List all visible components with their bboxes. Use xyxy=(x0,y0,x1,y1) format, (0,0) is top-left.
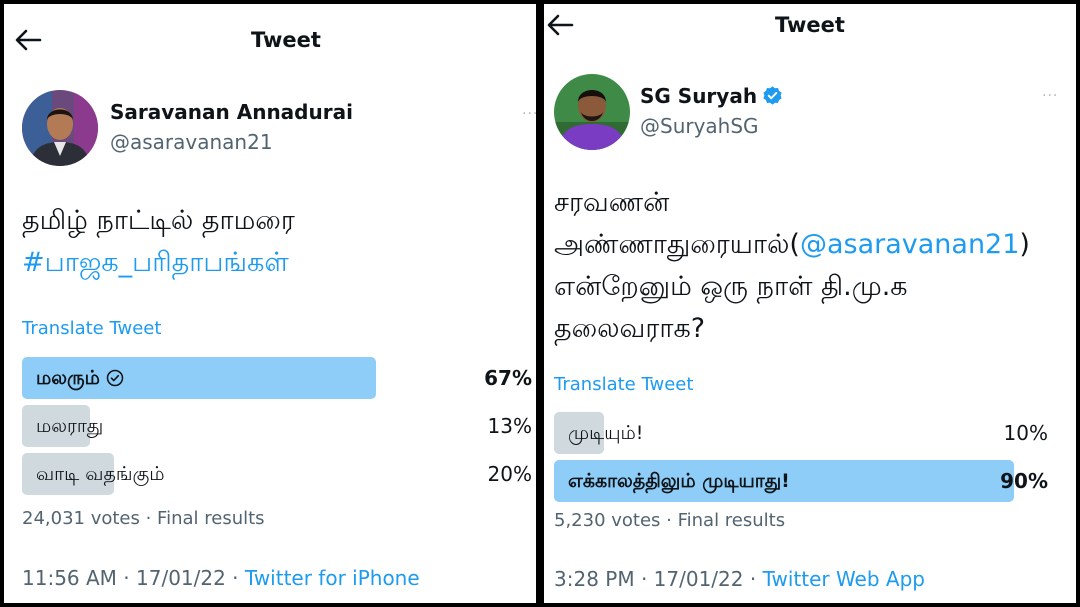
poll-votes-summary: 5,230 votes · Final results xyxy=(554,510,786,531)
tweet-text-line: சரவணன் xyxy=(554,187,670,218)
check-circle-icon xyxy=(106,360,124,387)
poll-option[interactable]: மலரும் 67% xyxy=(22,357,532,399)
avatar[interactable] xyxy=(22,90,98,166)
tweet-timestamp: 3:28 PM · 17/01/22 · Twitter Web App xyxy=(554,567,925,591)
avatar[interactable] xyxy=(554,74,630,150)
mention-link[interactable]: @asaravanan21 xyxy=(800,229,1019,260)
poll-option[interactable]: மலராது 13% xyxy=(22,405,532,447)
poll-option-label: எக்காலத்திலும் முடியாது! xyxy=(568,470,790,492)
timestamp-text: 11:56 AM · 17/01/22 · xyxy=(22,566,245,590)
tweet-timestamp: 11:56 AM · 17/01/22 · Twitter for iPhone xyxy=(22,566,420,590)
tweet-panel-left: Tweet Saravanan Annadurai @asaravanan21 … xyxy=(4,4,536,603)
tweet-text-line: அண்ணாதுரையால்(@asaravanan21) xyxy=(554,224,1030,266)
author-handle[interactable]: @SuryahSG xyxy=(640,114,759,138)
timestamp-text: 3:28 PM · 17/01/22 · xyxy=(554,567,763,591)
page-title: Tweet xyxy=(775,13,845,37)
author-handle[interactable]: @asaravanan21 xyxy=(110,130,273,154)
poll-option-percent: 67% xyxy=(484,366,532,390)
author-name[interactable]: SG Suryah xyxy=(640,84,783,108)
tweet-text: தமிழ் நாட்டில் தாமரை #பாஜக_பரிதாபங்கள் xyxy=(22,200,295,284)
poll-votes-summary: 24,031 votes · Final results xyxy=(22,508,265,529)
back-arrow-icon[interactable] xyxy=(546,13,574,37)
tweet-source-link[interactable]: Twitter for iPhone xyxy=(245,566,420,590)
tweet-text-line: தமிழ் நாட்டில் தாமரை xyxy=(22,205,295,236)
back-arrow-icon[interactable] xyxy=(14,28,42,52)
tweet-text-line: தலைவராக? xyxy=(554,313,706,344)
more-options-icon[interactable]: ··· xyxy=(1042,88,1058,104)
poll-option-percent: 10% xyxy=(1003,421,1048,445)
tweet-text-fragment: அண்ணாதுரையால்( xyxy=(554,229,800,260)
poll-option-percent: 90% xyxy=(1000,469,1048,493)
page-title: Tweet xyxy=(251,28,321,52)
translate-tweet-link[interactable]: Translate Tweet xyxy=(554,374,693,395)
poll-option-percent: 13% xyxy=(487,414,532,438)
poll-option[interactable]: எக்காலத்திலும் முடியாது! 90% xyxy=(554,460,1048,502)
hashtag-link[interactable]: #பாஜக_பரிதாபங்கள் xyxy=(22,242,295,284)
poll-option-label: மலரும் xyxy=(36,357,124,399)
translate-tweet-link[interactable]: Translate Tweet xyxy=(22,318,161,339)
poll-option-percent: 20% xyxy=(487,462,532,486)
author-name-text: SG Suryah xyxy=(640,84,758,108)
tweet-text: சரவணன் அண்ணாதுரையால்(@asaravanan21) என்ற… xyxy=(554,182,1030,350)
verified-badge-icon xyxy=(762,85,783,106)
poll-option-label: முடியும்! xyxy=(568,422,644,444)
tweet-source-link[interactable]: Twitter Web App xyxy=(763,567,925,591)
tweet-text-line: என்றேனும் ஒரு நாள் தி.மு.க xyxy=(554,271,908,302)
author-name[interactable]: Saravanan Annadurai xyxy=(110,100,353,124)
poll-option-label: மலராது xyxy=(36,415,104,437)
poll-option[interactable]: முடியும்! 10% xyxy=(554,412,1048,454)
poll-option-label: வாடி வதங்கும் xyxy=(36,463,165,485)
tweet-panel-right: Tweet SG Suryah @SuryahSG ··· சரவணன் அண்… xyxy=(544,4,1076,603)
tweet-text-fragment: ) xyxy=(1019,229,1030,260)
poll-option[interactable]: வாடி வதங்கும் 20% xyxy=(22,453,532,495)
more-options-icon[interactable]: ··· xyxy=(522,106,536,122)
